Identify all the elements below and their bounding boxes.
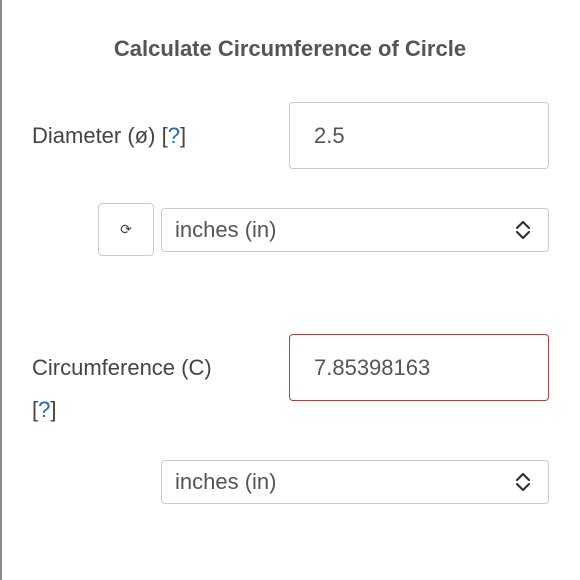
- diameter-unit-value: inches (in): [175, 217, 277, 242]
- left-border: [0, 0, 2, 580]
- circumference-help-link[interactable]: ?: [38, 397, 50, 422]
- page-title: Calculate Circumference of Circle: [113, 36, 467, 61]
- circumference-unit-select[interactable]: inches (in): [161, 460, 549, 504]
- up-down-chevron-icon: [508, 215, 538, 245]
- refresh-icon: ⟳: [120, 221, 132, 237]
- diameter-unit-select[interactable]: inches (in): [161, 208, 549, 252]
- circumference-help: [?]: [32, 397, 57, 422]
- up-down-chevron-icon: [508, 467, 538, 497]
- swap-units-button[interactable]: ⟳: [98, 203, 154, 256]
- circumference-unit-value: inches (in): [175, 469, 277, 494]
- diameter-input[interactable]: [289, 102, 549, 169]
- circumference-label: Circumference (C): [32, 348, 212, 388]
- circumference-label-text: Circumference (C): [32, 355, 212, 380]
- diameter-label-text: Diameter (ø): [32, 123, 156, 148]
- diameter-help-link[interactable]: ?: [168, 123, 180, 148]
- circumference-output[interactable]: [289, 334, 549, 401]
- diameter-label: Diameter (ø) [?]: [32, 123, 187, 148]
